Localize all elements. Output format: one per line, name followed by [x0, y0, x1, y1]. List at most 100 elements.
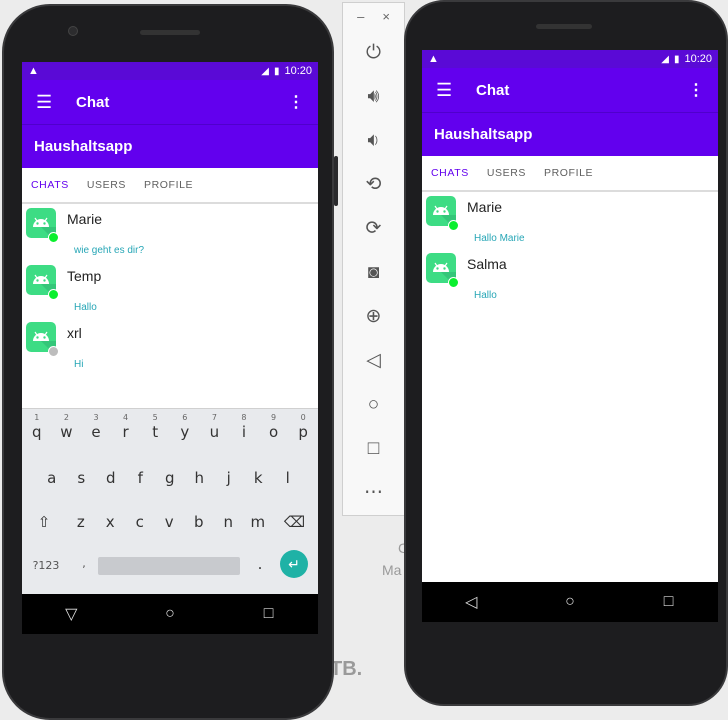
- key-l[interactable]: l: [273, 469, 303, 487]
- key-d[interactable]: d: [96, 469, 126, 487]
- tab-profile[interactable]: PROFILE: [535, 155, 602, 191]
- status-bar: ▲ ◢ ▮ 10:20: [422, 50, 718, 68]
- key-x[interactable]: x: [96, 513, 126, 531]
- chat-list: Marie Hallo Marie Salma Hallo: [422, 192, 718, 306]
- online-status-dot: [448, 220, 459, 231]
- key-e[interactable]: 3e: [81, 413, 111, 441]
- zoom-icon[interactable]: ⊕: [343, 295, 404, 339]
- chat-last-message: wie geht es dir?: [74, 245, 145, 256]
- tab-profile[interactable]: PROFILE: [135, 167, 202, 203]
- key-b[interactable]: b: [184, 513, 214, 531]
- status-time: 10:20: [684, 53, 712, 65]
- hamburger-menu-icon[interactable]: ☰: [36, 92, 62, 113]
- online-status-dot: [448, 277, 459, 288]
- signal-icon: ◢: [261, 65, 269, 77]
- chat-list-item[interactable]: xrl Hi: [22, 318, 318, 375]
- online-status-dot: [48, 232, 59, 243]
- volume-down-icon[interactable]: 🔉︎: [343, 119, 404, 163]
- earpiece-speaker: [140, 30, 200, 35]
- key-o[interactable]: 9o: [259, 413, 289, 441]
- enter-key-icon[interactable]: ↵: [280, 550, 308, 578]
- spacebar[interactable]: [98, 557, 240, 575]
- period-key[interactable]: .: [250, 555, 270, 573]
- chat-list-item[interactable]: Temp Hallo: [22, 261, 318, 318]
- front-camera: [68, 26, 78, 36]
- chat-list-item[interactable]: Marie wie geht es dir?: [22, 204, 318, 261]
- chat-name: Salma: [467, 256, 507, 272]
- nav-overview-icon[interactable]: □: [649, 593, 689, 611]
- right-phone-screen: ▲ ◢ ▮ 10:20 ☰ Chat ⋮ Haushaltsapp CHATS …: [422, 50, 718, 622]
- rotate-right-icon[interactable]: ⟳: [343, 207, 404, 251]
- nav-overview-icon[interactable]: □: [249, 605, 289, 623]
- group-title: Haushaltsapp: [434, 126, 533, 143]
- warning-icon: ▲: [28, 65, 39, 77]
- emulator-toolbar: – × ⏻ 🔊︎ 🔉︎ ⟲ ⟳ ◙ ⊕ ◁ ○ □ ⋯: [342, 2, 405, 516]
- hamburger-menu-icon[interactable]: ☰: [436, 80, 462, 101]
- volume-up-icon[interactable]: 🔊︎: [343, 75, 404, 119]
- key-q[interactable]: 1q: [22, 413, 52, 441]
- nav-back-icon[interactable]: ◁: [451, 592, 491, 612]
- chat-list-item[interactable]: Salma Hallo: [422, 249, 718, 306]
- chat-last-message: Hi: [74, 359, 84, 370]
- tab-chats[interactable]: CHATS: [422, 155, 478, 191]
- tab-users[interactable]: USERS: [78, 167, 135, 203]
- nav-back-icon[interactable]: ▽: [51, 604, 91, 624]
- key-h[interactable]: h: [185, 469, 215, 487]
- key-w[interactable]: 2w: [52, 413, 82, 441]
- more-options-icon[interactable]: ⋮: [288, 92, 304, 112]
- key-y[interactable]: 6y: [170, 413, 200, 441]
- key-s[interactable]: s: [67, 469, 97, 487]
- overview-icon[interactable]: □: [343, 427, 404, 471]
- left-phone-screen: ▲ ◢ ▮ 10:20 ☰ Chat ⋮ Haushaltsapp CHATS …: [22, 62, 318, 634]
- key-i[interactable]: 8i: [229, 413, 259, 441]
- tab-bar: CHATS USERS PROFILE: [422, 156, 718, 192]
- backspace-key-icon[interactable]: ⌫: [273, 513, 317, 531]
- back-icon[interactable]: ◁: [343, 339, 404, 383]
- system-nav-bar: ◁ ○ □: [422, 582, 718, 622]
- nav-home-icon[interactable]: ○: [550, 593, 590, 611]
- camera-icon[interactable]: ◙: [343, 251, 404, 295]
- system-nav-bar: ▽ ○ □: [22, 594, 318, 634]
- key-u[interactable]: 7u: [200, 413, 230, 441]
- chat-name: Marie: [467, 199, 503, 215]
- key-n[interactable]: n: [214, 513, 244, 531]
- key-g[interactable]: g: [155, 469, 185, 487]
- more-icon[interactable]: ⋯: [343, 471, 404, 515]
- close-icon[interactable]: ×: [382, 9, 390, 31]
- rotate-left-icon[interactable]: ⟲: [343, 163, 404, 207]
- chat-last-message: Hallo: [474, 290, 497, 301]
- app-title: Chat: [476, 81, 510, 99]
- key-t[interactable]: 5t: [140, 413, 170, 441]
- shift-key-icon[interactable]: ⇧: [22, 513, 66, 531]
- warning-icon: ▲: [428, 53, 439, 65]
- app-bar: ☰ Chat ⋮: [422, 68, 718, 112]
- power-icon[interactable]: ⏻: [343, 31, 404, 75]
- key-c[interactable]: c: [125, 513, 155, 531]
- chat-name: xrl: [67, 325, 82, 341]
- comma-key[interactable]: ,: [74, 557, 94, 570]
- more-options-icon[interactable]: ⋮: [688, 80, 704, 100]
- key-k[interactable]: k: [244, 469, 274, 487]
- key-z[interactable]: z: [66, 513, 96, 531]
- chat-list-item[interactable]: Marie Hallo Marie: [422, 192, 718, 249]
- key-j[interactable]: j: [214, 469, 244, 487]
- key-f[interactable]: f: [126, 469, 156, 487]
- home-icon[interactable]: ○: [343, 383, 404, 427]
- key-p[interactable]: 0p: [288, 413, 318, 441]
- key-a[interactable]: a: [37, 469, 67, 487]
- group-header: Haushaltsapp: [422, 112, 718, 156]
- tab-users[interactable]: USERS: [478, 155, 535, 191]
- tab-chats[interactable]: CHATS: [22, 167, 78, 203]
- battery-icon: ▮: [673, 53, 680, 65]
- key-m[interactable]: m: [243, 513, 273, 531]
- nav-home-icon[interactable]: ○: [150, 605, 190, 623]
- background-text-letters: TB.: [330, 658, 363, 680]
- key-v[interactable]: v: [155, 513, 185, 531]
- key-r[interactable]: 4r: [111, 413, 141, 441]
- group-title: Haushaltsapp: [34, 138, 133, 155]
- app-bar: ☰ Chat ⋮: [22, 80, 318, 124]
- chat-list: Marie wie geht es dir? Temp Hallo xrl Hi: [22, 204, 318, 375]
- symbols-key[interactable]: ?123: [26, 559, 66, 572]
- battery-icon: ▮: [273, 65, 280, 77]
- minimize-icon[interactable]: –: [357, 9, 364, 31]
